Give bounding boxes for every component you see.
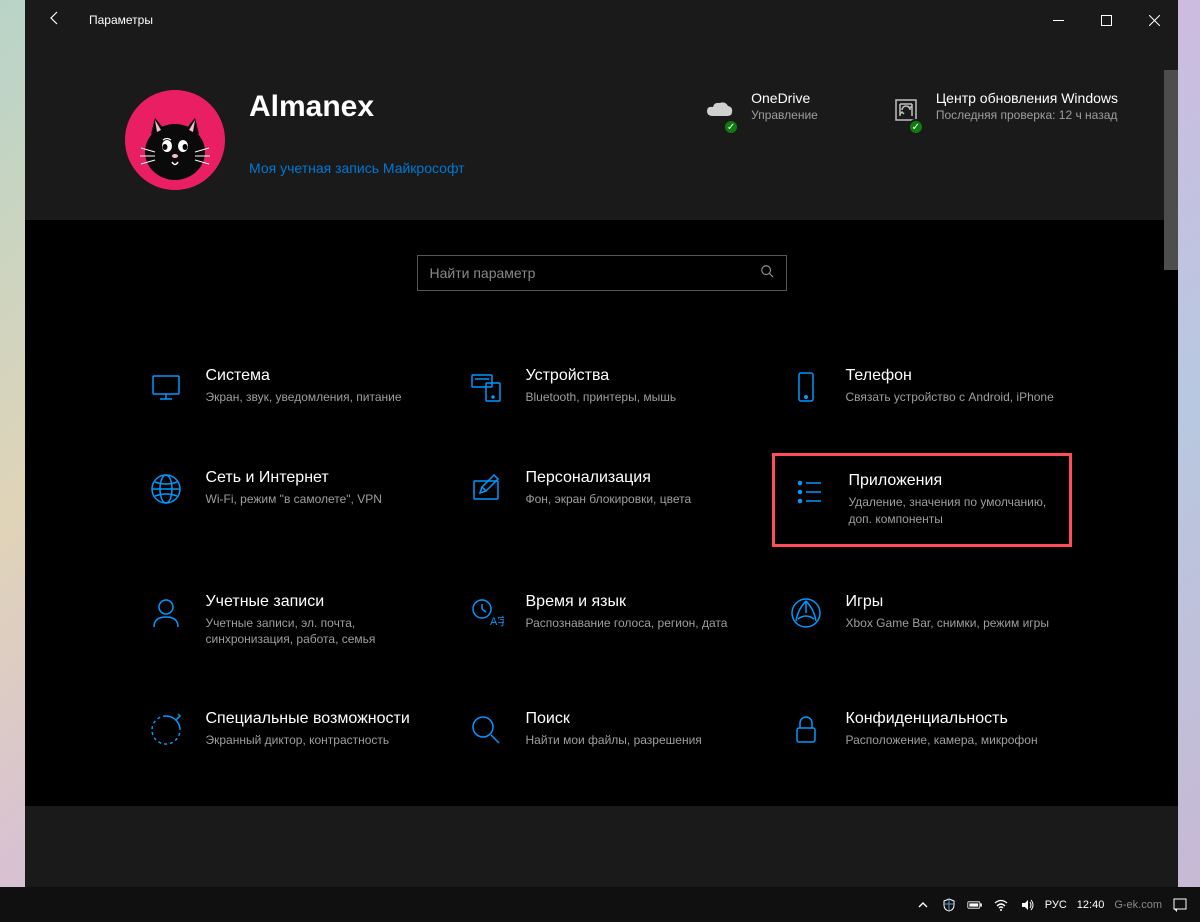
close-button[interactable] [1130, 0, 1178, 40]
category-title: Время и язык [526, 593, 728, 611]
category-desc: Фон, экран блокировки, цвета [526, 491, 692, 508]
tray-expand-icon[interactable] [915, 897, 931, 913]
maximize-button[interactable] [1082, 0, 1130, 40]
content-area: Almanex Моя учетная запись Майкрософт ✓ … [25, 40, 1178, 887]
category-desc: Учетные записи, эл. почта, синхронизация… [206, 615, 418, 649]
category-title: Сеть и Интернет [206, 469, 382, 487]
scrollbar[interactable] [1164, 70, 1178, 270]
search-cat-icon [466, 710, 506, 750]
security-icon[interactable] [941, 897, 957, 913]
category-title: Специальные возможности [206, 710, 410, 728]
category-title: Учетные записи [206, 593, 418, 611]
gaming-icon [786, 593, 826, 633]
category-privacy[interactable]: Конфиденциальность Расположение, камера, … [772, 694, 1072, 766]
watermark: G-ek.com [1114, 899, 1162, 911]
category-title: Игры [846, 593, 1049, 611]
category-desc: Экран, звук, уведомления, питание [206, 389, 402, 406]
category-search[interactable]: Поиск Найти мои файлы, разрешения [452, 694, 752, 766]
category-title: Поиск [526, 710, 702, 728]
category-title: Устройства [526, 367, 677, 385]
category-desc: Расположение, камера, микрофон [846, 732, 1038, 749]
category-accessibility[interactable]: Специальные возможности Экранный диктор, … [132, 694, 432, 766]
onedrive-icon: ✓ [703, 94, 735, 131]
search-input[interactable] [430, 265, 760, 281]
category-title: Телефон [846, 367, 1054, 385]
volume-icon[interactable] [1019, 897, 1035, 913]
wifi-icon[interactable] [993, 897, 1009, 913]
category-devices[interactable]: Устройства Bluetooth, принтеры, мышь [452, 351, 752, 423]
taskbar: РУС 12:40 G-ek.com [0, 887, 1200, 922]
settings-window: Параметры [25, 0, 1178, 887]
category-personalization[interactable]: Персонализация Фон, экран блокировки, цве… [452, 453, 752, 547]
category-grid: Система Экран, звук, уведомления, питание… [132, 351, 1072, 766]
profile-row: Almanex Моя учетная запись Майкрософт ✓ … [125, 90, 1118, 190]
category-desc: Xbox Game Bar, снимки, режим игры [846, 615, 1049, 632]
category-desc: Удаление, значения по умолчанию, доп. ко… [849, 494, 1055, 528]
apps-icon [789, 472, 829, 512]
profile-info: Almanex Моя учетная запись Майкрософт [249, 90, 465, 176]
category-system[interactable]: Система Экран, звук, уведомления, питание [132, 351, 432, 423]
notifications-icon[interactable] [1172, 897, 1188, 913]
titlebar: Параметры [25, 0, 1178, 40]
back-button[interactable] [43, 6, 67, 34]
accessibility-icon [146, 710, 186, 750]
category-desc: Экранный диктор, контрастность [206, 732, 410, 749]
profile-name: Almanex [249, 90, 465, 124]
avatar[interactable] [125, 90, 225, 190]
category-desc: Распознавание голоса, регион, дата [526, 615, 728, 632]
window-controls [1034, 0, 1178, 40]
category-title: Конфиденциальность [846, 710, 1038, 728]
update-title: Центр обновления Windows [936, 90, 1118, 106]
onedrive-subtitle: Управление [751, 108, 818, 122]
window-title: Параметры [89, 13, 153, 27]
main-section: Система Экран, звук, уведомления, питание… [25, 220, 1178, 806]
update-icon: ✓ [888, 94, 920, 131]
onedrive-status[interactable]: ✓ OneDrive Управление [703, 90, 818, 131]
header-section: Almanex Моя учетная запись Майкрософт ✓ … [25, 40, 1178, 220]
system-icon [146, 367, 186, 407]
svg-text:A字: A字 [490, 614, 504, 628]
time-language-icon: A字 [466, 593, 506, 633]
network-icon [146, 469, 186, 509]
category-desc: Найти мои файлы, разрешения [526, 732, 702, 749]
category-apps[interactable]: Приложения Удаление, значения по умолчани… [772, 453, 1072, 547]
devices-icon [466, 367, 506, 407]
onedrive-title: OneDrive [751, 90, 818, 106]
category-network[interactable]: Сеть и Интернет Wi-Fi, режим "в самолете"… [132, 453, 432, 547]
personalization-icon [466, 469, 506, 509]
category-desc: Связать устройство с Android, iPhone [846, 389, 1054, 406]
language-indicator[interactable]: РУС [1045, 899, 1067, 911]
category-desc: Wi-Fi, режим "в самолете", VPN [206, 491, 382, 508]
category-gaming[interactable]: Игры Xbox Game Bar, снимки, режим игры [772, 577, 1072, 665]
clock[interactable]: 12:40 [1077, 899, 1105, 911]
category-desc: Bluetooth, принтеры, мышь [526, 389, 677, 406]
category-phone[interactable]: Телефон Связать устройство с Android, iPh… [772, 351, 1072, 423]
account-link[interactable]: Моя учетная запись Майкрософт [249, 160, 465, 176]
phone-icon [786, 367, 826, 407]
update-subtitle: Последняя проверка: 12 ч назад [936, 108, 1118, 122]
category-title: Система [206, 367, 402, 385]
minimize-button[interactable] [1034, 0, 1082, 40]
privacy-icon [786, 710, 826, 750]
accounts-icon [146, 593, 186, 633]
battery-icon[interactable] [967, 897, 983, 913]
category-title: Приложения [849, 472, 1055, 490]
category-time-language[interactable]: A字 Время и язык Распознавание голоса, рег… [452, 577, 752, 665]
category-title: Персонализация [526, 469, 692, 487]
category-accounts[interactable]: Учетные записи Учетные записи, эл. почта,… [132, 577, 432, 665]
search-box[interactable] [417, 255, 787, 291]
windows-update-status[interactable]: ✓ Центр обновления Windows Последняя про… [888, 90, 1118, 131]
search-icon [760, 264, 774, 283]
